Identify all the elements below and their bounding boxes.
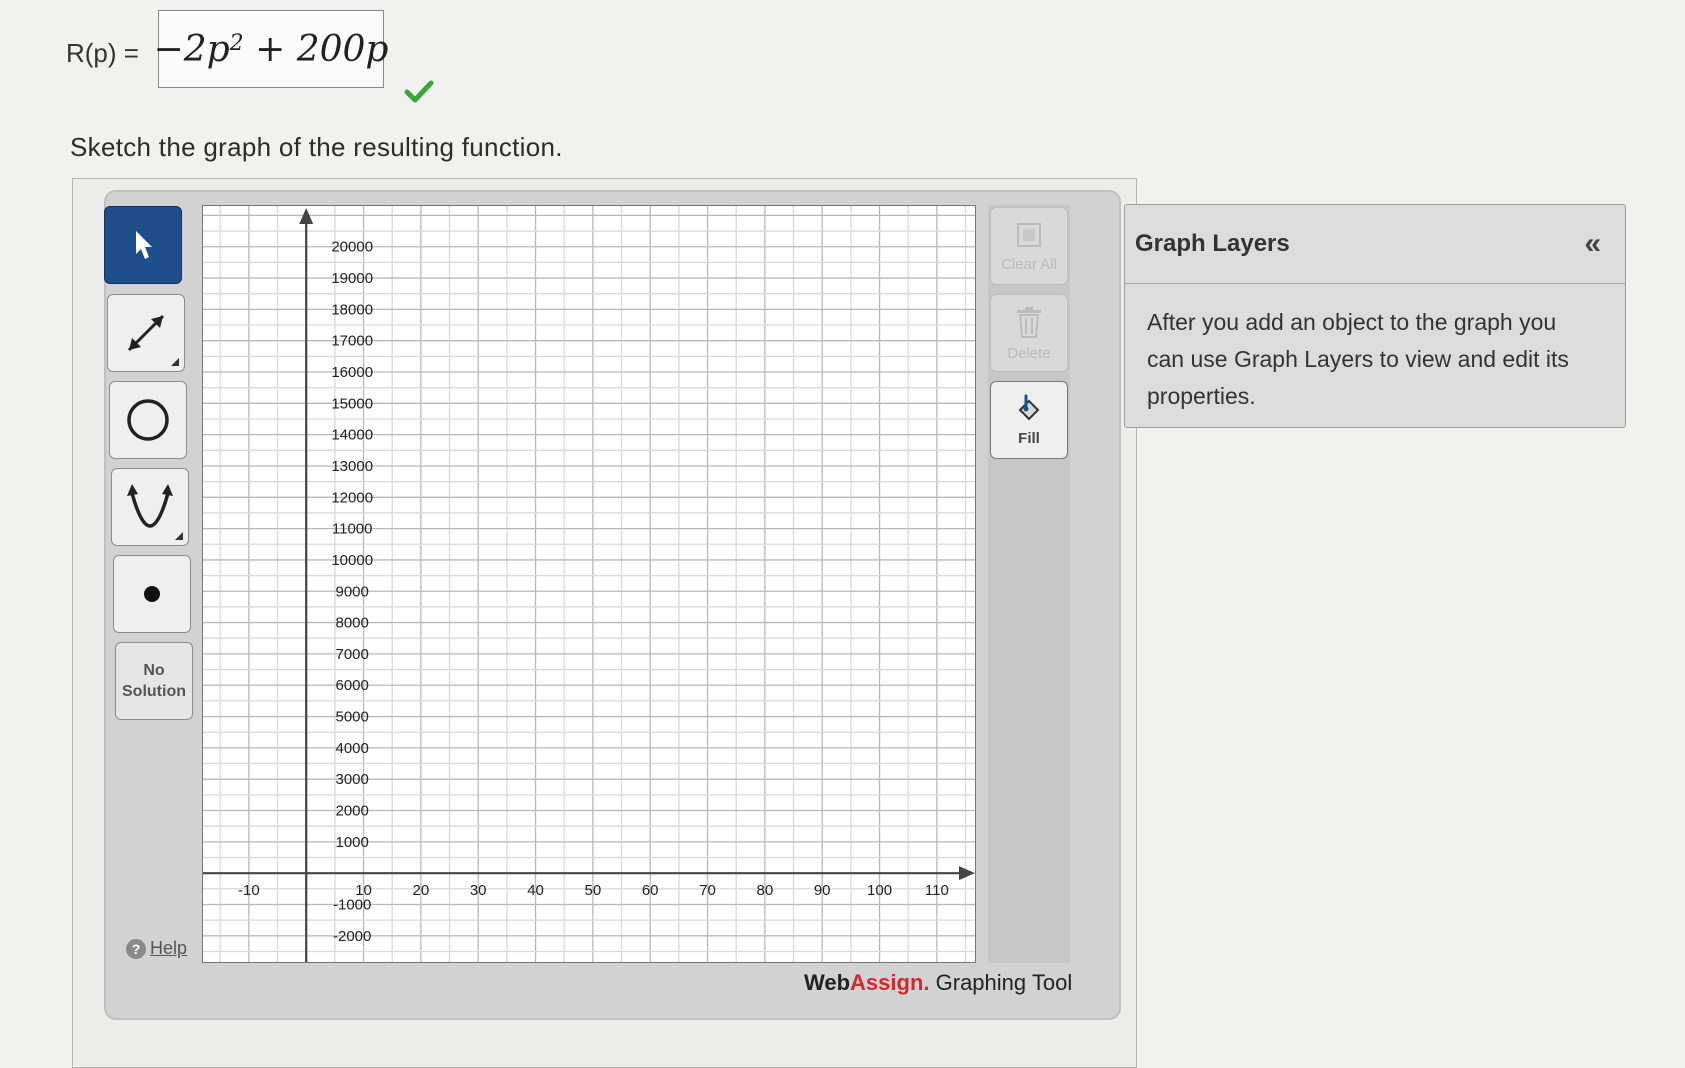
graph-layers-title: Graph Layers [1135,230,1290,257]
y-tick-label: 19000 [331,270,373,287]
delete-label: Delete [1007,344,1051,362]
answer-field[interactable]: −2p 2 + 200p [154,10,388,88]
x-tick-label: 90 [814,882,831,899]
y-tick-label: 18000 [331,301,373,318]
graph-layers-header[interactable]: Graph Layers « [1125,205,1625,284]
x-tick-label: 20 [413,882,430,899]
equation-label: R(p) = [66,38,139,68]
no-solution-label: No Solution [122,662,186,700]
question-prompt: Sketch the graph of the resulting functi… [70,132,563,162]
point-tool-button[interactable] [113,555,191,633]
y-tick-label: 2000 [336,803,369,820]
y-tick-label: 3000 [336,771,369,788]
help-label: Help [150,938,188,958]
y-tick-label: 6000 [336,677,369,694]
graph-layers-description: After you add an object to the graph you… [1147,309,1569,409]
answer-term-1: −2p [153,28,230,70]
pointer-tool-button[interactable] [104,206,182,284]
y-tick-label: 15000 [331,395,373,412]
y-tick-label: 11000 [332,521,373,538]
point-icon [144,586,160,602]
y-tick-label: 16000 [331,364,373,381]
help-link[interactable]: ? Help [126,938,187,959]
check-icon [404,80,434,103]
x-tick-label: 70 [699,882,716,899]
brand-assign: Assign. [850,970,930,995]
y-tick-label: 8000 [336,615,369,632]
y-tick-label: -2000 [333,928,371,945]
x-tick-label: 100 [867,882,892,899]
submenu-indicator [171,358,179,366]
y-tick-label: 5000 [336,709,369,726]
y-tick-label: 1000 [336,834,369,851]
x-tick-label: 110 [925,882,949,899]
y-tick-label: 9000 [336,583,369,600]
answer-term-2: + 200p [243,28,389,70]
y-tick-label: 12000 [331,489,373,506]
graph-canvas[interactable]: -10 10 20 30 40 50 60 70 80 90 100 110 20000 19000 180… [202,205,976,963]
graph-svg[interactable]: -10 10 20 30 40 50 60 70 80 90 100 1102000019000180… [203,206,976,963]
no-solution-button[interactable]: No Solution [115,642,193,720]
y-tick-label: -1000 [333,896,371,913]
line-tool-button[interactable] [107,294,185,372]
parabola-tool-button[interactable] [111,468,189,546]
brand-web: Web [804,970,851,995]
x-tick-label: 50 [585,882,602,899]
y-tick-label: 17000 [331,333,373,350]
delete-button[interactable]: Delete [990,294,1068,372]
answer-exponent: 2 [229,30,244,56]
graph-layers-panel: Graph Layers « After you add an object t… [1124,204,1626,428]
webassign-brand: WebAssign. Graphing Tool [804,970,1072,996]
clear-all-icon [1017,222,1041,247]
clear-all-button[interactable]: Clear All [990,207,1068,285]
y-tick-label: 20000 [331,239,373,256]
help-icon: ? [126,938,146,959]
clear-all-label: Clear All [1001,255,1057,273]
fill-button[interactable]: Fill [990,381,1068,459]
x-tick-label: 30 [470,882,487,899]
y-tick-label: 10000 [331,552,373,569]
parabola-icon [127,484,173,528]
fill-label: Fill [1018,429,1040,447]
y-tick-label: 13000 [331,458,373,475]
trash-icon [1017,306,1041,338]
y-tick-label: 14000 [331,427,373,444]
y-tick-label: 4000 [336,740,369,757]
brand-graphing-tool: Graphing Tool [929,970,1073,995]
paint-bucket-icon [1018,394,1040,420]
x-tick-label: 40 [527,882,544,899]
x-tick-label: 60 [642,882,659,899]
circle-tool-button[interactable] [109,381,187,459]
submenu-indicator [175,532,183,540]
x-tick-label: -10 [238,882,260,899]
y-tick-label: 7000 [336,646,369,663]
pointer-icon [136,231,152,259]
x-axis-arrow [959,866,975,881]
line-segment-icon [127,314,165,352]
circle-icon [127,399,169,441]
x-tick-label: 80 [757,882,774,899]
collapse-panel-icon[interactable]: « [1584,227,1601,261]
